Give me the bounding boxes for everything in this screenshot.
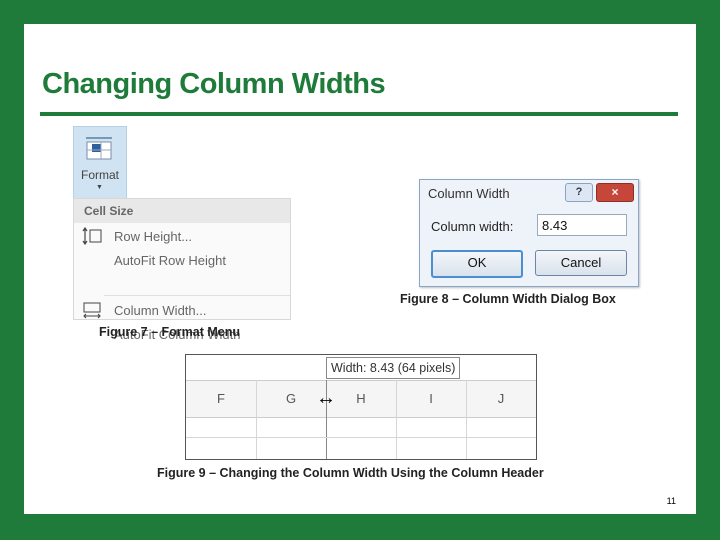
column-header-j[interactable]: J <box>466 391 536 406</box>
column-border[interactable] <box>396 380 397 459</box>
figure9-caption: Figure 9 – Changing the Column Width Usi… <box>157 466 544 480</box>
cell-size-header: Cell Size <box>84 204 134 218</box>
menu-item-autofit-row-height[interactable]: AutoFit Row Height <box>114 253 226 268</box>
figure8-caption: Figure 8 – Column Width Dialog Box <box>400 292 616 306</box>
menu-divider <box>104 295 290 296</box>
close-button[interactable]: × <box>596 183 634 202</box>
row-border <box>186 437 536 438</box>
column-border[interactable] <box>256 380 257 459</box>
menu-item-row-height[interactable]: Row Height... <box>114 229 192 244</box>
slide-title: Changing Column Widths <box>42 68 386 100</box>
worksheet-column-header: Width: 8.43 (64 pixels) F G H I J ↔ <box>185 354 537 460</box>
title-underline <box>40 112 678 116</box>
slide-number: 11 <box>666 496 676 506</box>
column-header-h[interactable]: H <box>326 391 396 406</box>
figure7-caption: Figure 7 – Format Menu <box>99 325 240 339</box>
menu-item-column-width[interactable]: Column Width... <box>114 303 206 318</box>
format-cells-icon <box>86 137 112 160</box>
resize-cursor-icon: ↔ <box>316 387 336 409</box>
row-height-icon <box>82 227 102 245</box>
slide: Changing Column Widths Format ▼ Cell Siz… <box>24 24 696 514</box>
column-width-input[interactable] <box>537 214 627 236</box>
width-tooltip: Width: 8.43 (64 pixels) <box>326 357 461 379</box>
column-header-i[interactable]: I <box>396 391 466 406</box>
menu-section-header: Cell Size <box>74 199 290 223</box>
format-ribbon-button[interactable]: Format ▼ <box>73 126 127 200</box>
column-header-row: F G H I J <box>186 380 536 418</box>
format-menu: Cell Size Row Height... AutoFit Row Heig… <box>73 198 291 342</box>
column-header-f[interactable]: F <box>186 391 256 406</box>
help-button[interactable]: ? <box>565 183 593 202</box>
format-button-label: Format <box>80 168 119 182</box>
chevron-down-icon: ▼ <box>96 184 103 191</box>
ok-button[interactable]: OK <box>431 250 523 278</box>
column-width-dialog: Column Width ? × Column width: OK Cancel <box>419 179 639 287</box>
dialog-title: Column Width <box>428 186 510 201</box>
cancel-button[interactable]: Cancel <box>535 250 627 276</box>
column-width-icon <box>83 302 101 319</box>
column-width-label: Column width: <box>431 219 514 234</box>
column-border[interactable] <box>466 380 467 459</box>
